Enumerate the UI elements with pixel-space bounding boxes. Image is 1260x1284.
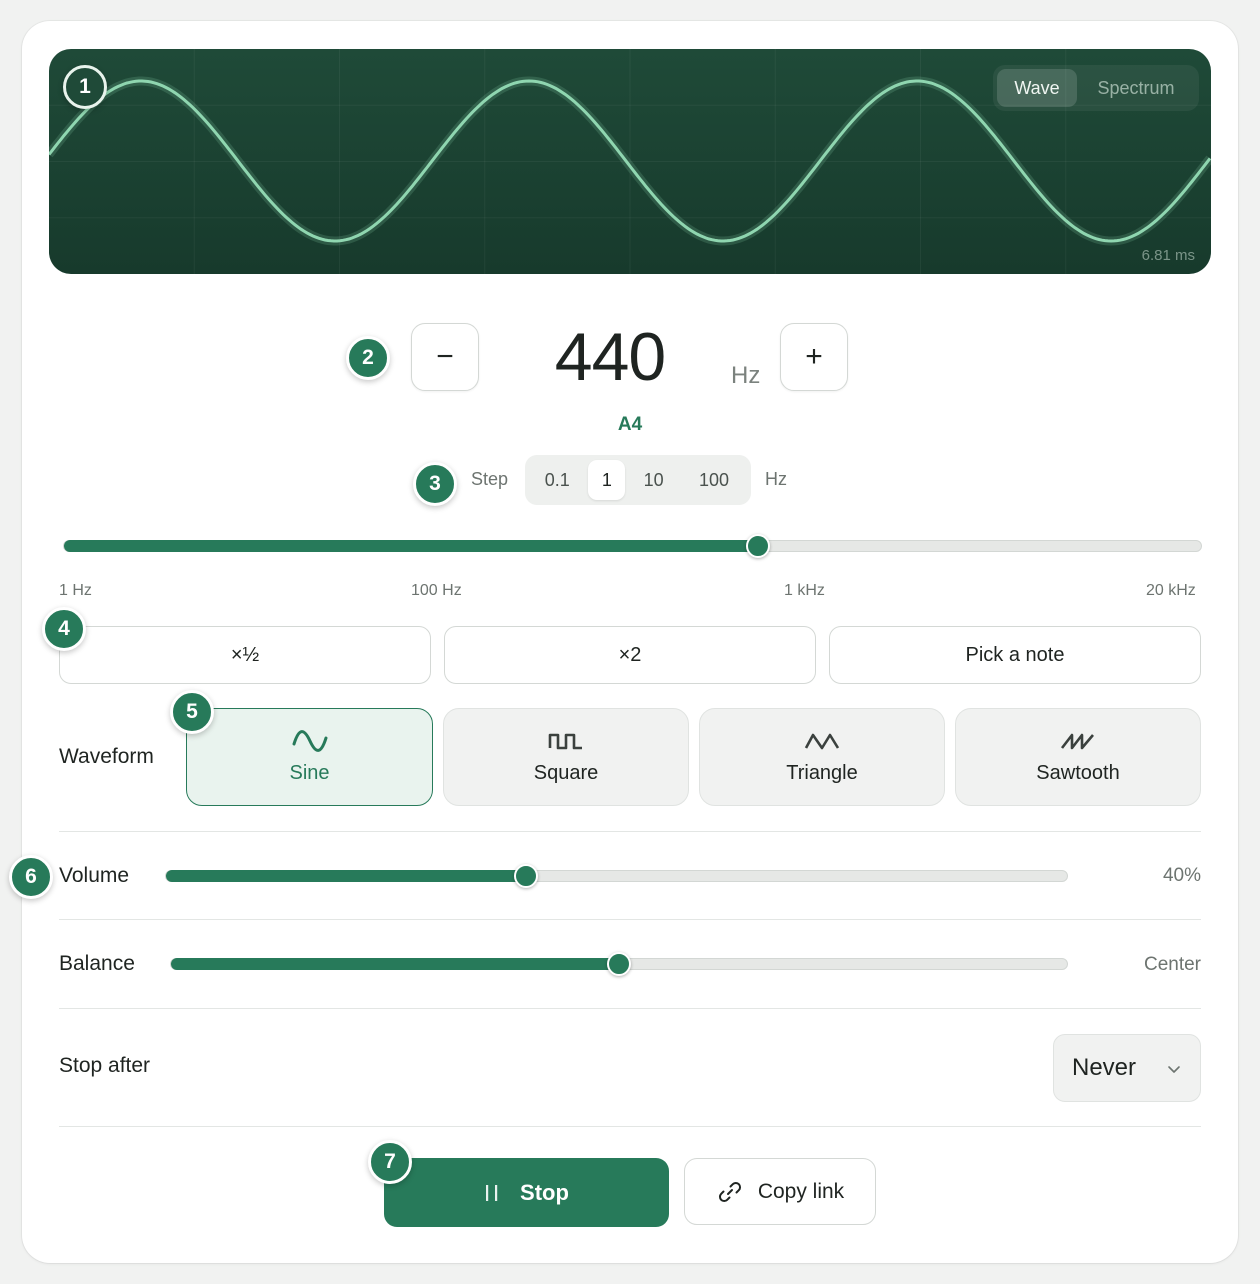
triangle-wave-icon (804, 733, 840, 749)
stop-after-label: Stop after (59, 1054, 151, 1077)
waveform-option-label: Triangle (786, 761, 858, 784)
tick-label: 1 Hz (59, 582, 92, 599)
divider (59, 919, 1201, 920)
balance-value: Center (1143, 954, 1201, 975)
balance-label: Balance (59, 952, 135, 975)
step-badge-3: 3 (413, 462, 457, 506)
step-size-selector: 0.1 1 10 100 (525, 455, 751, 505)
sawtooth-wave-icon (1060, 733, 1094, 749)
waveform-label: Waveform (59, 745, 154, 768)
tick-label: 20 kHz (1146, 582, 1196, 599)
step-badge-6: 6 (9, 855, 53, 899)
step-badge-1: 1 (63, 65, 107, 109)
volume-label: Volume (59, 864, 130, 887)
double-frequency-button[interactable]: ×2 (444, 626, 816, 684)
tick-label: 100 Hz (411, 582, 462, 599)
waveform-sine-button[interactable]: Sine (186, 708, 433, 806)
waveform-square-button[interactable]: Square (443, 708, 689, 806)
balance-slider-fill (171, 958, 619, 970)
frequency-slider-fill (64, 540, 758, 552)
waveform-triangle-button[interactable]: Triangle (699, 708, 945, 806)
volume-slider-fill (166, 870, 527, 882)
balance-slider[interactable] (170, 952, 1068, 976)
balance-slider-thumb[interactable] (607, 952, 631, 976)
tab-wave[interactable]: Wave (997, 69, 1077, 107)
sine-wave-icon (292, 729, 327, 752)
step-option-1[interactable]: 1 (588, 460, 626, 500)
waveform-option-label: Sawtooth (1036, 761, 1120, 784)
stop-after-value: Never (1072, 1054, 1137, 1081)
decrement-frequency-button[interactable]: − (411, 323, 479, 391)
divider (59, 1126, 1201, 1127)
step-unit: Hz (765, 469, 787, 489)
pick-note-button[interactable]: Pick a note (829, 626, 1201, 684)
step-badge-2: 2 (346, 336, 390, 380)
frequency-slider[interactable] (63, 534, 1202, 558)
chevron-down-icon (1168, 1066, 1180, 1073)
stop-after-select[interactable]: Never (1053, 1034, 1201, 1102)
time-window-readout: 6.81 ms (1141, 247, 1195, 264)
stop-button[interactable]: Stop (384, 1158, 669, 1227)
waveform-option-label: Square (533, 761, 599, 784)
frequency-slider-thumb[interactable] (745, 534, 770, 558)
halve-frequency-button[interactable]: ×½ (59, 626, 431, 684)
note-name: A4 (617, 414, 643, 435)
scope-view-toggle: Wave Spectrum (993, 65, 1199, 111)
square-wave-icon (548, 733, 582, 749)
increment-frequency-button[interactable]: + (780, 323, 848, 391)
step-badge-7: 7 (368, 1140, 412, 1184)
divider (59, 1008, 1201, 1009)
step-option-100[interactable]: 100 (682, 460, 746, 500)
step-badge-5: 5 (170, 690, 214, 734)
stop-button-label: Stop (520, 1179, 569, 1205)
pause-icon (486, 1184, 498, 1201)
tab-spectrum[interactable]: Spectrum (1077, 69, 1195, 107)
frequency-unit: Hz (731, 362, 761, 389)
step-option-0-1[interactable]: 0.1 (530, 460, 584, 500)
frequency-value[interactable]: 440 (540, 318, 680, 396)
oscilloscope-display: Wave Spectrum 6.81 ms (49, 49, 1211, 274)
volume-slider[interactable] (165, 864, 1068, 888)
copy-link-button[interactable]: Copy link (684, 1158, 876, 1225)
waveform-sawtooth-button[interactable]: Sawtooth (955, 708, 1201, 806)
copy-link-label: Copy link (757, 1179, 845, 1203)
step-option-10[interactable]: 10 (629, 460, 678, 500)
divider (59, 831, 1201, 832)
tick-label: 1 kHz (784, 582, 825, 599)
step-label: Step (471, 469, 509, 489)
volume-value: 40% (1162, 865, 1201, 886)
step-badge-4: 4 (42, 607, 86, 651)
waveform-option-label: Sine (289, 761, 330, 784)
link-icon (718, 1181, 741, 1202)
